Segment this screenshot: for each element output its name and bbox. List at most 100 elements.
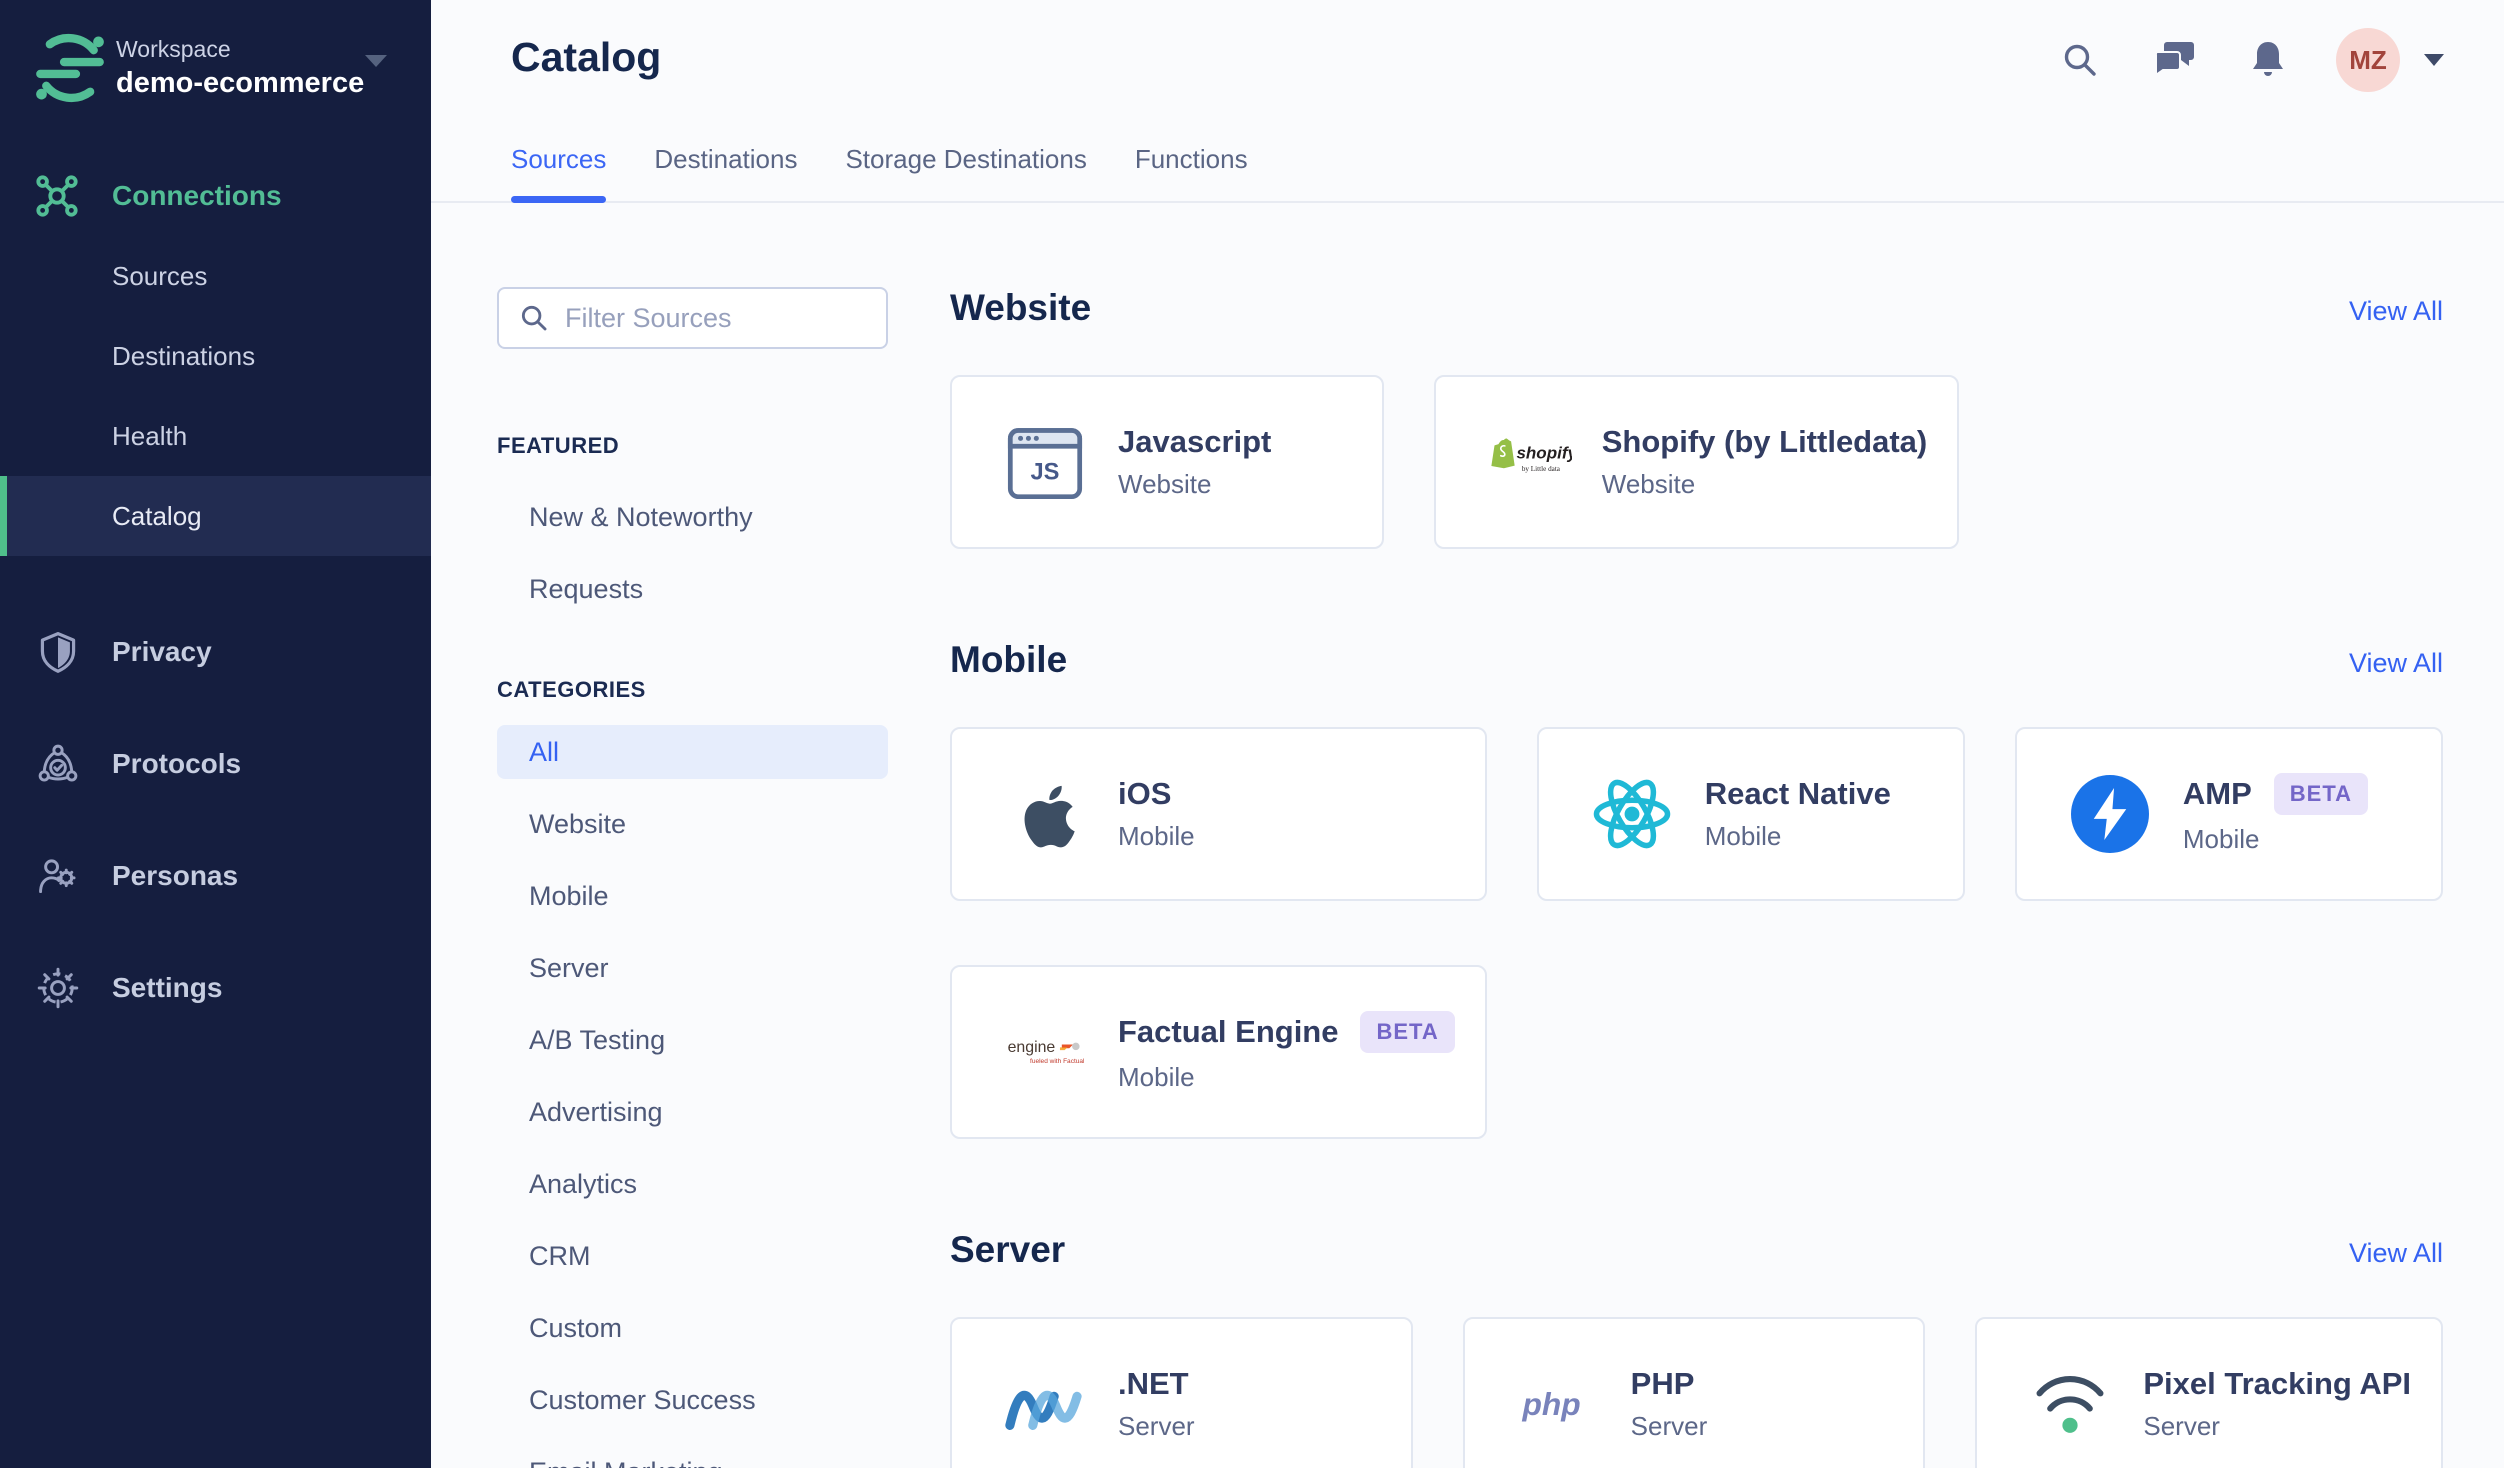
- workspace-name: demo-ecommerce: [116, 67, 365, 99]
- card-title: React Native: [1704, 776, 1891, 811]
- sidebar-item-privacy[interactable]: Privacy: [0, 612, 431, 692]
- filter-sources-box: [497, 287, 888, 349]
- php-icon: php: [1515, 1361, 1601, 1447]
- tab-storage-destinations[interactable]: Storage Destinations: [845, 144, 1086, 203]
- svg-text:php: php: [1521, 1386, 1580, 1422]
- svg-text:by Little data: by Little data: [1522, 465, 1561, 473]
- card-subtitle: Mobile: [2182, 824, 2260, 854]
- gear-icon: [36, 966, 80, 1010]
- sidebar-item-label: Personas: [112, 860, 239, 891]
- source-card-ios[interactable]: iOS Mobile: [950, 727, 1487, 901]
- shield-icon: [36, 630, 80, 674]
- category-custom[interactable]: Custom: [497, 1292, 888, 1364]
- category-advertising[interactable]: Advertising: [497, 1076, 888, 1148]
- card-subtitle: Website: [1118, 469, 1212, 499]
- category-website[interactable]: Website: [497, 788, 888, 860]
- header-actions: MZ: [2018, 28, 2446, 92]
- sidebar-item-label: Connections: [112, 180, 282, 211]
- filter-column: FEATURED New & Noteworthy Requests CATEG…: [497, 287, 888, 1468]
- category-customer-success[interactable]: Customer Success: [497, 1364, 888, 1436]
- card-subtitle: Server: [2143, 1411, 2220, 1441]
- card-subtitle: Mobile: [1118, 1062, 1195, 1092]
- view-all-link[interactable]: View All: [2349, 1238, 2443, 1269]
- bell-icon[interactable]: [2236, 28, 2300, 92]
- svg-text:fueled with Factual: fueled with Factual: [1030, 1058, 1085, 1065]
- sidebar-item-destinations[interactable]: Destinations: [0, 316, 431, 396]
- protocols-icon: [36, 742, 80, 786]
- sidebar-item-sources[interactable]: Sources: [0, 236, 431, 316]
- featured-item-requests[interactable]: Requests: [497, 553, 888, 625]
- main-area: Catalog MZ Sources Destinations Storage …: [431, 0, 2504, 1468]
- card-title: AMP: [2182, 776, 2252, 811]
- source-card-javascript[interactable]: JS Javascript Website: [950, 375, 1384, 549]
- beta-badge: BETA: [1360, 1011, 1455, 1053]
- sidebar-item-connections[interactable]: Connections: [0, 156, 431, 236]
- view-all-link[interactable]: View All: [2349, 648, 2443, 679]
- source-card-php[interactable]: php PHP Server: [1462, 1317, 1926, 1468]
- sidebar-item-label: Privacy: [112, 636, 212, 667]
- sidebar: Workspace demo-ecommerce Connections Sou…: [0, 0, 431, 1468]
- search-icon[interactable]: [2048, 28, 2112, 92]
- chat-icon[interactable]: [2142, 28, 2206, 92]
- source-card-react-native[interactable]: React Native Mobile: [1536, 727, 1965, 901]
- javascript-icon: JS: [1002, 419, 1088, 505]
- dotnet-icon: [1002, 1361, 1088, 1447]
- card-title: Javascript: [1118, 424, 1272, 459]
- sidebar-item-health[interactable]: Health: [0, 396, 431, 476]
- category-mobile[interactable]: Mobile: [497, 860, 888, 932]
- apple-icon: [1002, 771, 1088, 857]
- section-title: Website: [950, 287, 1092, 328]
- workspace-label: Workspace: [116, 36, 231, 62]
- category-ab-testing[interactable]: A/B Testing: [497, 1004, 888, 1076]
- categories-list: All Website Mobile Server A/B Testing Ad…: [497, 725, 888, 1468]
- sidebar-item-protocols[interactable]: Protocols: [0, 724, 431, 804]
- category-email-marketing[interactable]: Email Marketing: [497, 1436, 888, 1468]
- card-subtitle: Server: [1630, 1411, 1708, 1441]
- sidebar-sub-nav: Sources Destinations Health Catalog: [0, 236, 431, 556]
- tab-sources[interactable]: Sources: [511, 144, 607, 203]
- chevron-down-icon: [363, 52, 389, 70]
- svg-text:JS: JS: [1031, 459, 1060, 485]
- card-subtitle: Mobile: [1118, 821, 1195, 851]
- chevron-down-icon[interactable]: [2422, 52, 2446, 68]
- tab-destinations[interactable]: Destinations: [654, 144, 797, 203]
- filter-sources-input[interactable]: [565, 302, 866, 334]
- pixel-tracking-icon: [2027, 1361, 2113, 1447]
- factual-engine-icon: engine fueled with Factual: [1002, 1009, 1088, 1095]
- sidebar-item-catalog[interactable]: Catalog: [0, 476, 431, 556]
- card-subtitle: Website: [1601, 469, 1696, 499]
- source-card-shopify[interactable]: shopify by Little data Shopify (by Littl…: [1433, 375, 1960, 549]
- sidebar-secondary-nav: Privacy Protocols Personas Settings: [0, 612, 431, 1060]
- section-mobile: Mobile View All iOS Mobile React Native …: [950, 639, 2443, 1139]
- svg-text:engine: engine: [1008, 1039, 1056, 1056]
- featured-heading: FEATURED: [497, 433, 620, 458]
- sidebar-item-personas[interactable]: Personas: [0, 836, 431, 916]
- shopify-icon: shopify by Little data: [1486, 419, 1572, 505]
- beta-badge: BETA: [2273, 773, 2369, 815]
- card-title: Shopify (by Littledata): [1601, 424, 1928, 459]
- catalog-sections: Website View All JS Javascript Website s…: [950, 287, 2443, 1468]
- category-analytics[interactable]: Analytics: [497, 1148, 888, 1220]
- source-card-factual-engine[interactable]: engine fueled with Factual Factual Engin…: [950, 965, 1487, 1139]
- card-title: Pixel Tracking API: [2143, 1366, 2411, 1401]
- category-server[interactable]: Server: [497, 932, 888, 1004]
- view-all-link[interactable]: View All: [2349, 296, 2443, 327]
- search-icon: [519, 303, 549, 333]
- personas-icon: [36, 854, 80, 898]
- category-all[interactable]: All: [497, 725, 888, 779]
- card-subtitle: Server: [1118, 1411, 1195, 1441]
- category-crm[interactable]: CRM: [497, 1220, 888, 1292]
- featured-item-new-noteworthy[interactable]: New & Noteworthy: [497, 481, 888, 553]
- tab-functions[interactable]: Functions: [1135, 144, 1248, 203]
- sidebar-item-label: Protocols: [112, 748, 242, 779]
- sidebar-item-settings[interactable]: Settings: [0, 948, 431, 1028]
- source-card-pixel-tracking-api[interactable]: Pixel Tracking API Server: [1975, 1317, 2443, 1468]
- card-title: PHP: [1630, 1366, 1695, 1401]
- sidebar-item-label: Settings: [112, 972, 223, 1003]
- source-card-dotnet[interactable]: .NET Server: [950, 1317, 1413, 1468]
- page-title: Catalog: [511, 34, 662, 80]
- source-card-amp[interactable]: AMP BETA Mobile: [2014, 727, 2443, 901]
- workspace-switcher[interactable]: Workspace demo-ecommerce: [0, 0, 431, 106]
- avatar[interactable]: MZ: [2336, 28, 2400, 92]
- connections-icon: [34, 173, 80, 219]
